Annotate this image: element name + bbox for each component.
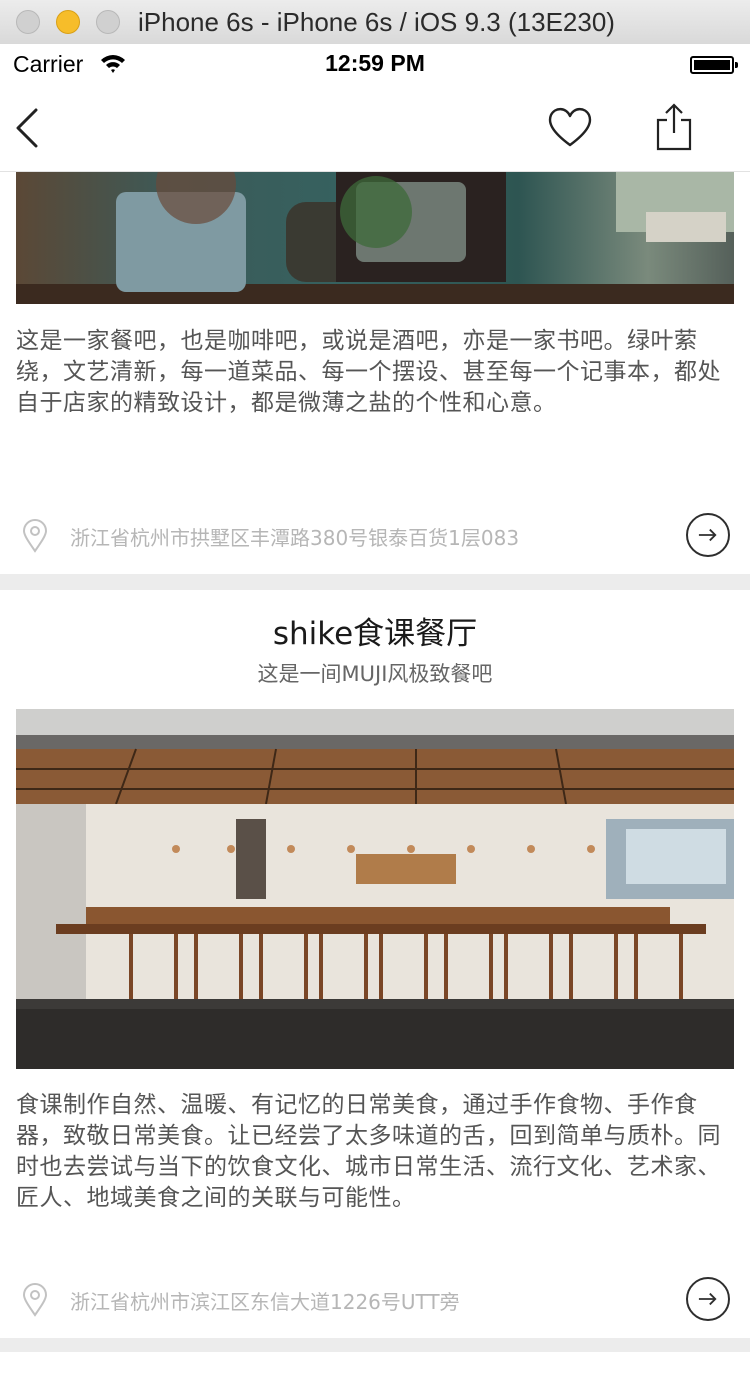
- favorite-heart-icon[interactable]: [547, 106, 593, 148]
- card-separator: [0, 574, 750, 590]
- restaurant-photo: [16, 172, 734, 304]
- navigation-bar: [0, 84, 750, 172]
- navigate-arrow-icon[interactable]: [686, 1277, 730, 1321]
- battery-icon: [690, 56, 738, 74]
- close-window-button[interactable]: [16, 10, 40, 34]
- minimize-window-button[interactable]: [56, 10, 80, 34]
- restaurant-description: 食课制作自然、温暖、有记忆的日常美食，通过手作食物、手作食器，致敬日常美食。让已…: [16, 1092, 721, 1211]
- simulator-title: iPhone 6s - iPhone 6s / iOS 9.3 (13E230): [138, 7, 615, 37]
- restaurant-list[interactable]: 这是一家餐吧，也是咖啡吧，或说是酒吧，亦是一家书吧。绿叶萦绕，文艺清新，每一道菜…: [0, 172, 750, 1378]
- zoom-window-button[interactable]: [96, 10, 120, 34]
- restaurant-subtitle: 这是一间MUJI风极致餐吧: [257, 662, 493, 686]
- card-separator: [0, 1338, 750, 1352]
- simulator-title-bar: iPhone 6s - iPhone 6s / iOS 9.3 (13E230): [0, 0, 750, 45]
- restaurant-address: 浙江省杭州市拱墅区丰潭路380号银泰百货1层083: [70, 526, 520, 550]
- share-icon[interactable]: [655, 102, 693, 152]
- restaurant-address: 浙江省杭州市滨江区东信大道1226号UTT旁: [70, 1290, 460, 1314]
- navigate-arrow-icon[interactable]: [686, 513, 730, 557]
- back-chevron-icon[interactable]: [12, 106, 42, 150]
- restaurant-title: shike食课餐厅: [272, 616, 478, 652]
- status-time: 12:59 PM: [325, 50, 425, 76]
- location-pin-icon: [22, 519, 48, 553]
- location-pin-icon: [22, 1283, 48, 1317]
- restaurant-description: 这是一家餐吧，也是咖啡吧，或说是酒吧，亦是一家书吧。绿叶萦绕，文艺清新，每一道菜…: [16, 328, 721, 416]
- restaurant-photo: [16, 709, 734, 1069]
